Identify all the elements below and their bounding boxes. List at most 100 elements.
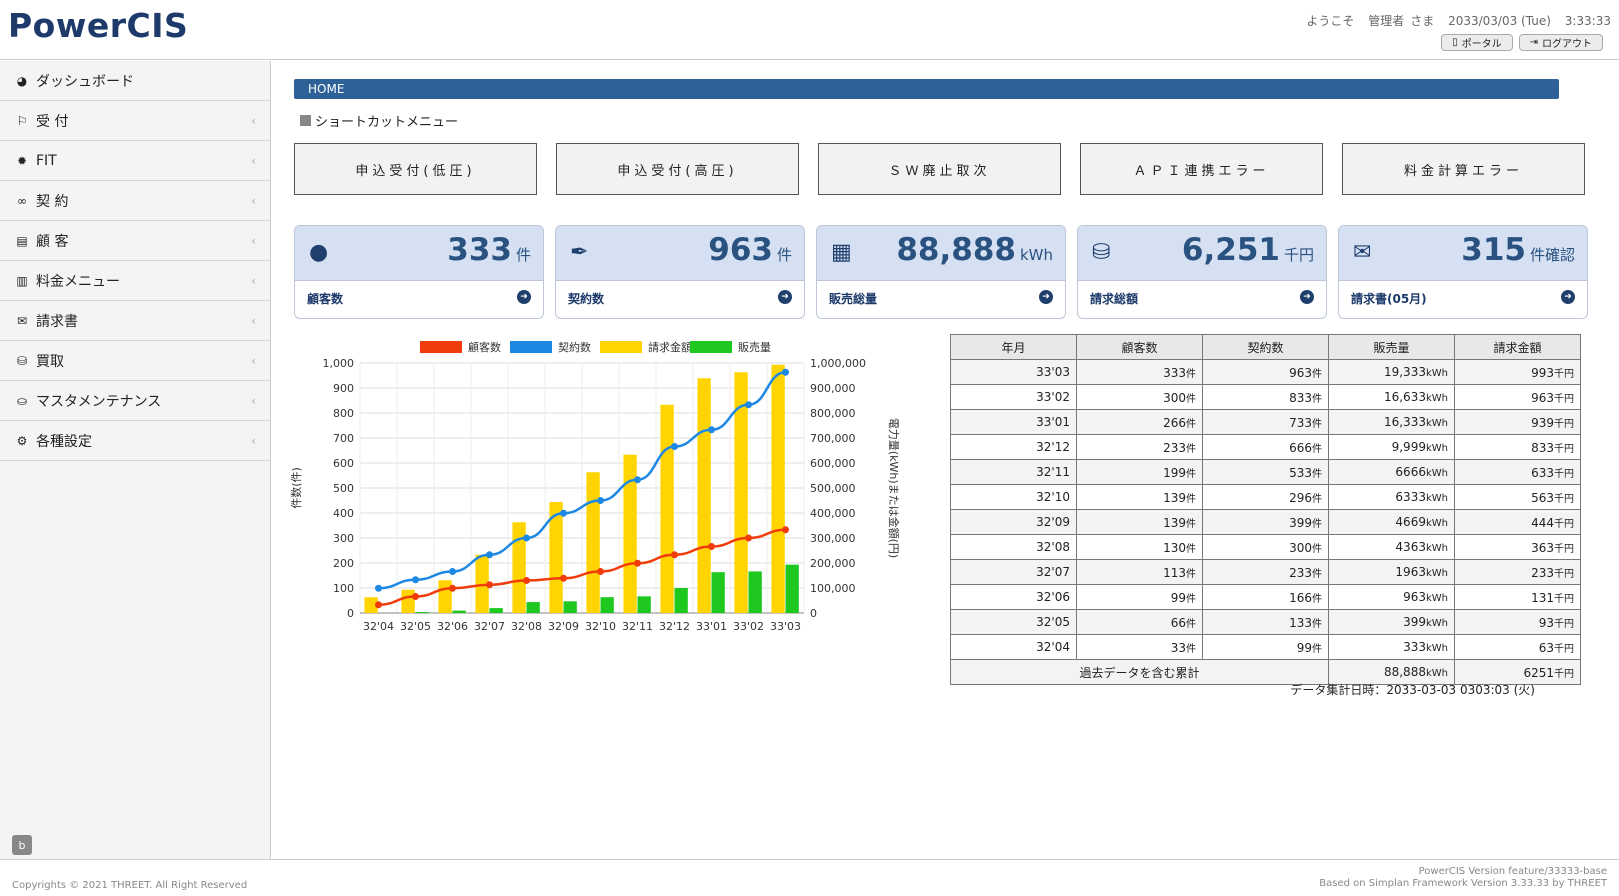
chevron-left-icon: ‹ <box>251 313 256 328</box>
chevron-left-icon: ‹ <box>251 153 256 168</box>
y2-tick-label: 100,000 <box>810 582 856 595</box>
stat-card-billing-total[interactable]: ⛁ 6,251 千円 請求総額 ➜ <box>1077 225 1327 319</box>
cell-value: 563 <box>1531 490 1554 505</box>
cell-value: 633 <box>1531 465 1554 480</box>
stat-label: 請求総額 <box>1090 292 1139 306</box>
sun-icon: ✹ <box>16 153 28 168</box>
stat-card-contracts[interactable]: ✒ 963 件 契約数 ➜ <box>555 225 805 319</box>
sidebar-item-contract[interactable]: ∞ 契 約 ‹ <box>0 181 270 221</box>
bar-billing <box>401 589 415 613</box>
arrow-right-icon[interactable]: ➜ <box>517 290 531 304</box>
data-point <box>782 526 789 534</box>
sidebar-item-pricing[interactable]: ▥ 料金メニュー ‹ <box>0 261 270 301</box>
legend-swatch <box>600 341 642 353</box>
x-tick-label: 32'05 <box>400 620 431 633</box>
cell-sales: 16,333kWh <box>1328 409 1455 435</box>
cell-unit: 件 <box>1312 443 1322 455</box>
cell-sales: 1963kWh <box>1328 559 1455 585</box>
bar-sales <box>415 612 429 613</box>
current-time: 3:33:33 <box>1564 14 1611 28</box>
y2-tick-label: 200,000 <box>810 557 856 570</box>
sidebar-item-master[interactable]: ⛀ マスタメンテナンス ‹ <box>0 381 270 421</box>
sidebar-item-invoice[interactable]: ✉ 請求書 ‹ <box>0 301 270 341</box>
cell-value: 130 <box>1163 540 1186 555</box>
cell-unit: 千円 <box>1554 618 1574 630</box>
shortcut-button-lowvoltage[interactable]: 申込受付(低圧) <box>294 143 537 195</box>
sidebar-item-purchase[interactable]: ⛁ 買取 ‹ <box>0 341 270 381</box>
monthly-table: 年月 顧客数 契約数 販売量 請求金額 33'03 333件 963件 19,333k… <box>950 334 1581 685</box>
arrow-right-icon[interactable]: ➜ <box>1039 290 1053 304</box>
cell-unit: 千円 <box>1554 443 1574 455</box>
sidebar: ◕ ダッシュボード ⚐ 受 付 ‹ ✹ FIT ‹ ∞ 契 約 ‹ ▤ 顧 客 ‹ ▥ 料金メニュー… <box>0 61 271 859</box>
cell-customers: 113件 <box>1076 559 1203 585</box>
cell-unit: 千円 <box>1554 368 1574 380</box>
y2-tick-label: 500,000 <box>810 482 856 495</box>
cell-value: 99 <box>1296 640 1312 655</box>
cell-value: 233 <box>1163 440 1186 455</box>
stat-card-customers[interactable]: ● 333 件 顧客数 ➜ <box>294 225 544 319</box>
cell-unit: kWh <box>1425 468 1448 479</box>
arrow-right-icon[interactable]: ➜ <box>778 290 792 304</box>
y2-tick-label: 700,000 <box>810 432 856 445</box>
cell-billing: 131千円 <box>1454 584 1581 610</box>
cell-value: 993 <box>1531 365 1554 380</box>
bar-sales <box>600 597 614 613</box>
table-row: 32'06 99件 166件 963kWh 131千円 <box>950 584 1581 610</box>
cell-ym: 32'06 <box>950 584 1077 610</box>
cell-unit: kWh <box>1425 518 1448 529</box>
shortcut-button-sw-abolish[interactable]: ＳＷ廃止取次 <box>818 143 1061 195</box>
file-icon: ▤ <box>16 233 28 248</box>
arrow-right-icon[interactable]: ➜ <box>1300 290 1314 304</box>
sidebar-item-dashboard[interactable]: ◕ ダッシュボード <box>0 61 270 101</box>
cell-unit: kWh <box>1425 643 1448 654</box>
arrow-right-icon[interactable]: ➜ <box>1561 290 1575 304</box>
cell-billing: 233千円 <box>1454 559 1581 585</box>
sidebar-item-customer[interactable]: ▤ 顧 客 ‹ <box>0 221 270 261</box>
cell-value: 16,333 <box>1383 415 1426 429</box>
cell-value: 296 <box>1289 490 1312 505</box>
stat-unit: 千円 <box>1283 246 1314 264</box>
data-point <box>449 584 456 592</box>
breadcrumb[interactable]: HOME <box>294 79 1559 99</box>
data-point <box>708 426 715 434</box>
door-icon: ▯ <box>1452 37 1458 48</box>
stat-card-invoices[interactable]: ✉ 315 件確認 請求書(05月) ➜ <box>1338 225 1588 319</box>
data-point <box>560 509 567 517</box>
sidebar-item-fit[interactable]: ✹ FIT ‹ <box>0 141 270 181</box>
stat-card-sales-volume[interactable]: ▦ 88,888 kWh 販売総量 ➜ <box>816 225 1066 319</box>
cell-value: 1963 <box>1395 565 1426 579</box>
data-point <box>375 601 382 609</box>
cell-value: 32'07 <box>1036 565 1070 579</box>
cell-value: 833 <box>1531 440 1554 455</box>
welcome-text: ようこそ <box>1306 14 1355 28</box>
cell-ym: 33'01 <box>950 409 1077 435</box>
shortcut-button-billing-error[interactable]: 料金計算エラー <box>1342 143 1585 195</box>
shortcut-button-api-error[interactable]: ＡＰＩ連携エラー <box>1080 143 1323 195</box>
cell-unit: 千円 <box>1554 518 1574 530</box>
cell-customers: 139件 <box>1076 509 1203 535</box>
app-logo[interactable]: PowerCIS <box>8 6 188 45</box>
cell-value: 363 <box>1531 540 1554 555</box>
sidebar-toggle-button[interactable]: b <box>12 835 32 855</box>
flag-icon: ⚐ <box>16 113 28 128</box>
cell-contracts: 296件 <box>1202 484 1329 510</box>
sidebar-item-reception[interactable]: ⚐ 受 付 ‹ <box>0 101 270 141</box>
cell-customers: 199件 <box>1076 459 1203 485</box>
cell-unit: 千円 <box>1554 643 1574 655</box>
x-tick-label: 33'01 <box>696 620 727 633</box>
cell-unit: kWh <box>1425 368 1448 379</box>
cell-unit: 件 <box>1312 368 1322 380</box>
sidebar-item-settings[interactable]: ⚙ 各種設定 ‹ <box>0 421 270 461</box>
logout-button[interactable]: ⇥ ログアウト <box>1518 34 1603 51</box>
cell-unit: 件 <box>1312 493 1322 505</box>
sidebar-item-label: 請求書 <box>36 313 78 330</box>
cell-unit: 件 <box>1186 568 1196 580</box>
portal-button[interactable]: ▯ ポータル <box>1441 34 1513 51</box>
cell-billing: 963千円 <box>1454 384 1581 410</box>
stat-value: 963 <box>708 232 773 268</box>
stat-label: 契約数 <box>568 292 605 306</box>
bar-sales <box>563 601 577 613</box>
cell-ym: 32'11 <box>950 459 1077 485</box>
shortcut-button-highvoltage[interactable]: 申込受付(高圧) <box>556 143 799 195</box>
y-tick-label: 400 <box>333 507 354 520</box>
